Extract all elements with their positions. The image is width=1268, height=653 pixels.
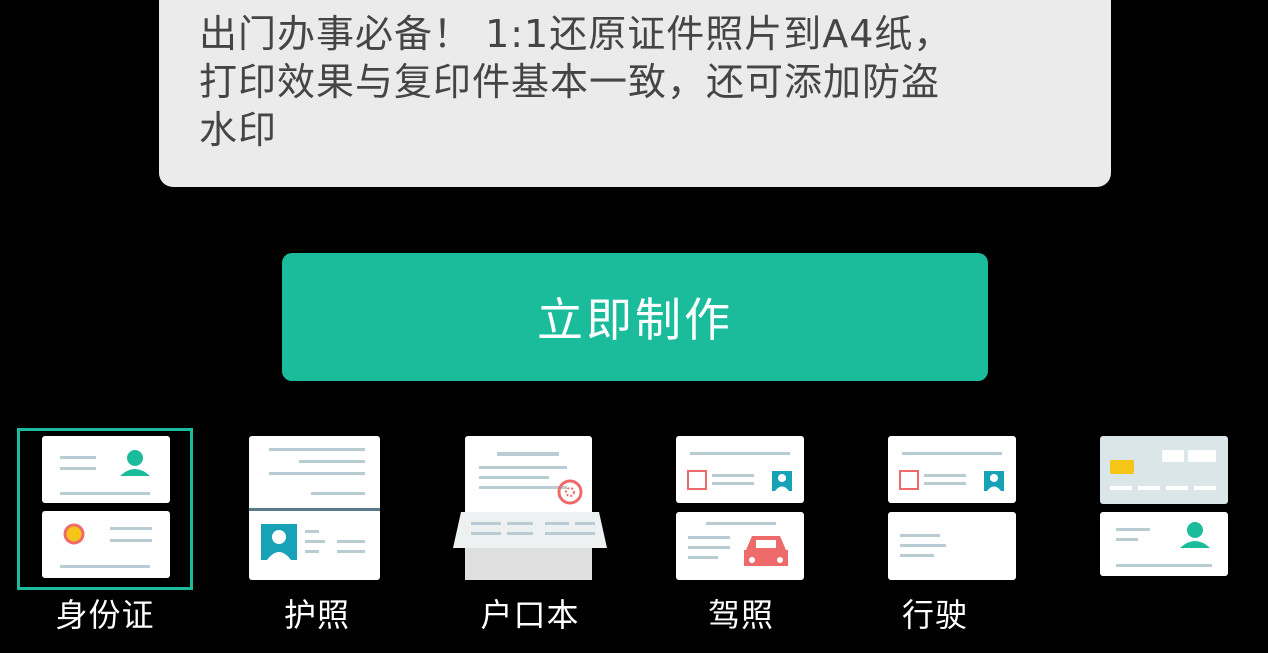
description-text: 出门办事必备！ 1:1还原证件照片到A4纸， 打印效果与复印件基本一致，还可添加… — [199, 12, 953, 152]
vehicle-license-icon — [888, 436, 1016, 580]
driver-license-icon — [676, 436, 804, 580]
doc-label-passport[interactable]: 护照 — [227, 590, 407, 636]
make-now-button[interactable]: 立即制作 — [282, 253, 988, 381]
doc-label-household-register[interactable]: 户口本 — [440, 590, 620, 636]
doc-label-driver-license[interactable]: 驾照 — [651, 590, 831, 636]
id-card-icon — [42, 436, 170, 578]
doc-label-id-card[interactable]: 身份证 — [15, 590, 195, 636]
doc-type-id-card[interactable] — [17, 428, 193, 590]
description-card: 出门办事必备！ 1:1还原证件照片到A4纸， 打印效果与复印件基本一致，还可添加… — [159, 0, 1111, 187]
household-register-icon — [453, 436, 607, 580]
bank-card-icon — [1100, 436, 1228, 576]
doc-type-bank-card[interactable] — [1079, 428, 1255, 653]
passport-icon — [249, 436, 380, 580]
doc-label-vehicle-license[interactable]: 行驶 — [845, 590, 1025, 636]
